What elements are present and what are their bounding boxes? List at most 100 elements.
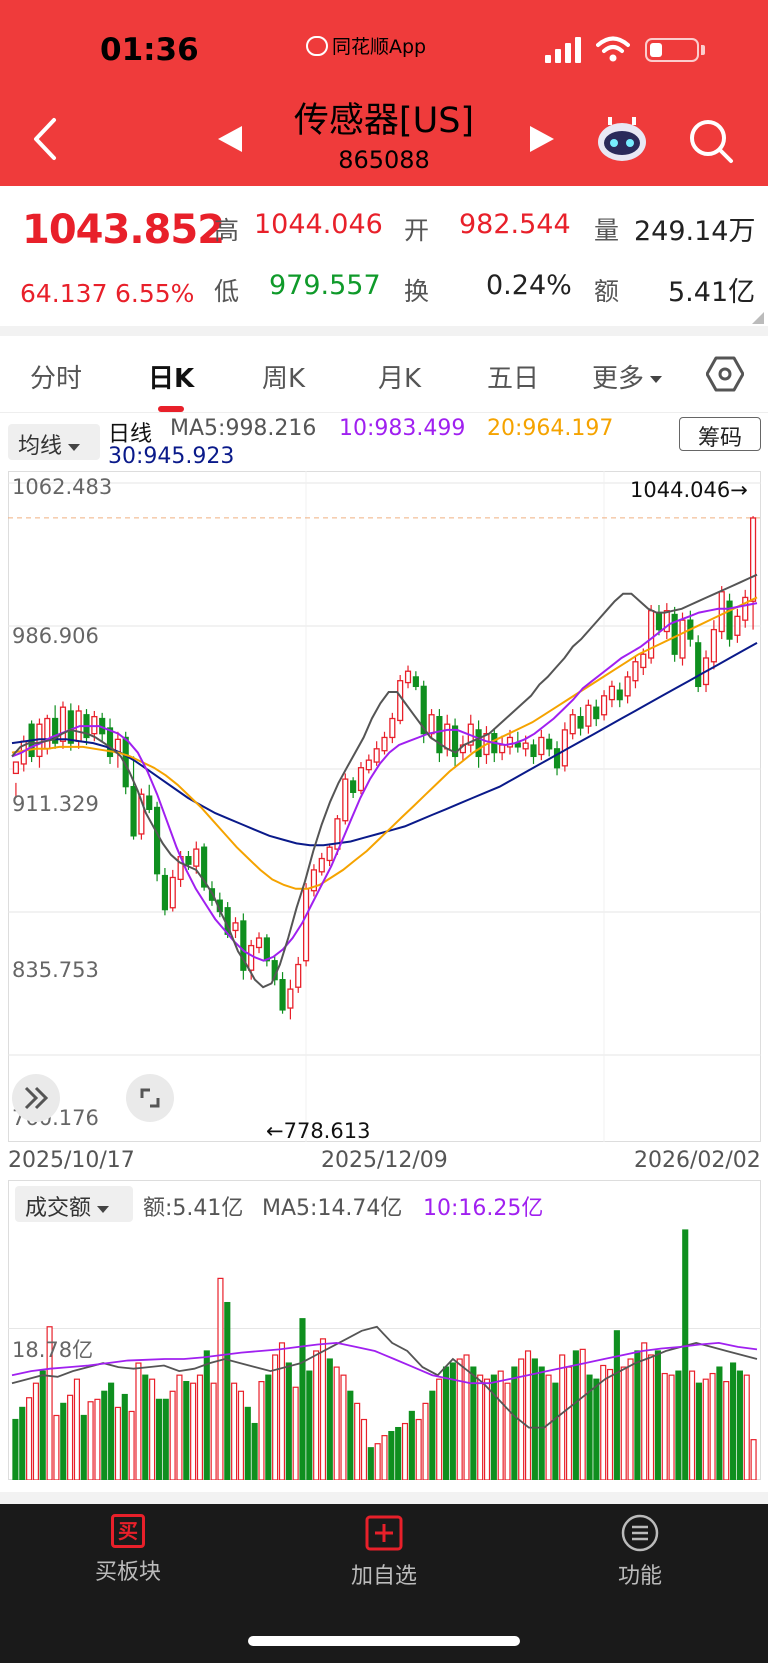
amount-bar: [531, 1358, 538, 1480]
tab-more-label: 更多: [592, 364, 645, 394]
kline-chart[interactable]: [8, 471, 761, 1142]
indicator-selector-button[interactable]: 成交额: [15, 1186, 133, 1222]
next-stock-icon[interactable]: [530, 126, 554, 152]
amount-bar: [538, 1366, 545, 1480]
candle: [436, 715, 443, 754]
amount-bar: [524, 1350, 532, 1480]
tab-daily-k[interactable]: 日K: [148, 358, 194, 395]
candle: [530, 744, 537, 758]
amount-bar: [497, 1370, 504, 1480]
amount-ma5: MA5:14.74亿: [262, 1196, 403, 1221]
amount-bar: [504, 1382, 511, 1480]
tab-intraday[interactable]: 分时: [30, 358, 82, 395]
ma5-value: MA5:998.216: [170, 416, 317, 441]
candle: [412, 676, 419, 688]
candle: [67, 710, 74, 744]
amount-bar: [401, 1422, 409, 1480]
amount-bar: [360, 1418, 368, 1480]
amount-bar: [340, 1374, 347, 1480]
search-icon[interactable]: [688, 118, 734, 164]
amount-bar: [190, 1382, 197, 1480]
candle: [655, 611, 663, 631]
candle: [169, 876, 176, 909]
amount-bar: [203, 1350, 210, 1480]
candle: [475, 729, 482, 758]
amount-bar: [374, 1443, 381, 1480]
amount-bar: [723, 1381, 730, 1480]
amount-bar: [736, 1370, 743, 1480]
candle: [130, 786, 137, 837]
high-marker: 1044.046→: [630, 478, 748, 502]
x-date-label: 2026/02/02: [634, 1148, 761, 1173]
amount-chart[interactable]: [8, 1180, 761, 1480]
back-arrow-icon[interactable]: [30, 116, 60, 162]
candle: [718, 591, 725, 633]
functions-button[interactable]: 功能: [570, 1514, 710, 1590]
robot-assistant-icon[interactable]: [596, 116, 648, 162]
candle: [632, 661, 639, 682]
ma30-value: 30:945.923: [108, 444, 235, 469]
ma-selector-label: 均线: [18, 434, 63, 459]
ma10-value: 10:983.499: [339, 416, 466, 441]
candle: [161, 874, 169, 911]
low-label: 低: [214, 277, 240, 306]
high-label: 高: [214, 216, 240, 245]
amount-bar: [149, 1378, 156, 1480]
amount-bar: [477, 1374, 484, 1480]
previous-stock-icon[interactable]: [218, 126, 242, 152]
candle: [295, 963, 302, 988]
amount-bar: [367, 1447, 374, 1480]
amount-bar: [661, 1372, 668, 1480]
candle: [342, 778, 349, 822]
candle: [695, 642, 702, 688]
amount-bar: [675, 1370, 682, 1480]
fullscreen-button[interactable]: [126, 1074, 174, 1122]
amount-bar: [80, 1414, 87, 1480]
buy-icon: 买: [111, 1514, 145, 1548]
candle: [318, 857, 325, 873]
settings-hex-icon[interactable]: [706, 355, 744, 393]
amount-bar: [26, 1397, 33, 1480]
tab-five-day[interactable]: 五日: [487, 358, 539, 395]
chips-button[interactable]: 筹码: [679, 417, 761, 451]
volume-label: 量: [594, 216, 620, 245]
amount-bar: [278, 1342, 286, 1480]
candle: [585, 704, 592, 727]
chevron-down-icon: [650, 376, 663, 383]
amount-bar: [422, 1402, 429, 1480]
y-tick-label: 835.753: [12, 958, 99, 982]
amount-bar: [73, 1378, 80, 1480]
buy-sector-button[interactable]: 买 买板块: [58, 1514, 198, 1586]
app-indicator[interactable]: 同花顺App: [306, 32, 426, 59]
add-watchlist-button[interactable]: 加自选: [314, 1514, 454, 1590]
candle: [624, 676, 631, 697]
amount-bar: [606, 1368, 614, 1480]
amount-bar: [32, 1382, 39, 1480]
amount-bar: [285, 1362, 292, 1480]
amount-bar: [483, 1378, 491, 1480]
candle: [538, 736, 545, 756]
amount-bar: [593, 1378, 600, 1480]
amount-label: 额: [594, 277, 620, 306]
candle: [279, 978, 286, 1011]
tab-monthly-k[interactable]: 月K: [378, 358, 421, 395]
home-indicator: [248, 1636, 520, 1646]
amount-bar: [299, 1318, 306, 1480]
y-tick-label: 1062.483: [12, 475, 113, 499]
candle: [522, 742, 529, 750]
candle: [428, 714, 435, 735]
candle: [742, 596, 749, 621]
ma-selector-button[interactable]: 均线: [8, 424, 100, 460]
collapse-sidebar-button[interactable]: [12, 1074, 60, 1122]
candle: [561, 729, 568, 767]
tab-weekly-k[interactable]: 周K: [262, 358, 305, 395]
amount-bar: [67, 1394, 74, 1480]
y-tick-label: 911.329: [12, 792, 99, 816]
expand-corner-icon[interactable]: [752, 312, 764, 324]
amount-bar: [135, 1362, 142, 1480]
tab-more[interactable]: 更多: [592, 358, 663, 395]
amount-bar: [429, 1390, 436, 1480]
amount-bar: [265, 1374, 272, 1480]
candle: [616, 689, 623, 701]
amount-bar: [511, 1366, 518, 1480]
